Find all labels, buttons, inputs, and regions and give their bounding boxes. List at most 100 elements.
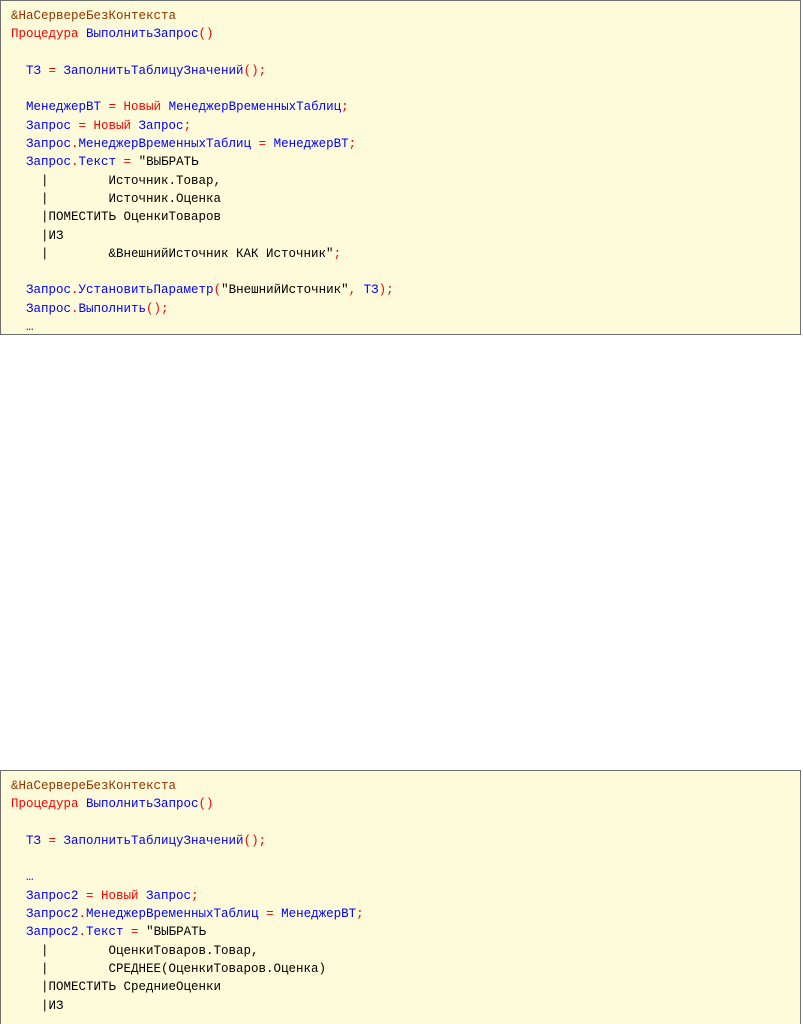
code-token: ВыполнитьЗапрос xyxy=(86,797,199,812)
code-token: МенеджерВТ xyxy=(281,907,357,922)
code-token: "ВЫБРАТЬ xyxy=(138,155,199,170)
code-line: ТЗ = ЗаполнитьТаблицуЗначений(); xyxy=(11,832,800,850)
code-token: МенеджерВТ xyxy=(11,100,109,115)
code-line: &НаСервереБезКонтекста xyxy=(11,777,800,795)
code-token: ); xyxy=(378,283,394,298)
code-token: = xyxy=(48,63,64,78)
code-token: |ПОМЕСТИТЬ ОценкиТоваров xyxy=(11,210,222,225)
code-token: ВыполнитьЗапрос xyxy=(86,27,199,42)
code-token: . xyxy=(71,137,79,152)
code-token: . xyxy=(78,925,87,940)
code-token: . xyxy=(71,155,79,170)
code-token: (); xyxy=(243,833,267,848)
code-token: Запрос2 xyxy=(11,907,79,922)
code-line: Запрос.МенеджерВременныхТаблиц = Менедже… xyxy=(11,135,800,153)
code-token: . xyxy=(71,301,79,316)
code-line: Запрос.Выполнить(); xyxy=(11,300,800,318)
code-token: | ОценкиТоваров.Товар, xyxy=(11,943,259,958)
code-line: | Источник.Оценка xyxy=(11,190,800,208)
code-token: МенеджерВременныхТаблиц xyxy=(86,907,267,922)
code-token: Процедура xyxy=(11,27,87,42)
code-token: Новый xyxy=(101,888,147,903)
code-token: |ПОМЕСТИТЬ СредниеОценки xyxy=(11,980,222,995)
code-line: … xyxy=(11,318,800,335)
code-token: | Источник.Товар, xyxy=(11,173,222,188)
code-line: |ИЗ xyxy=(11,997,800,1015)
code-token: Запрос2 xyxy=(11,925,79,940)
code-token: МенеджерВременныхТаблиц xyxy=(78,137,259,152)
code-token: (); xyxy=(243,63,267,78)
code-block-2: &НаСервереБезКонтекста Процедура Выполнит… xyxy=(0,770,801,1024)
code-line: | &ВнешнийИсточник КАК Источник"; xyxy=(11,245,800,263)
code-token: | Источник.Оценка xyxy=(11,191,222,206)
code-token: Процедура xyxy=(11,797,87,812)
code-token: ТЗ xyxy=(363,283,379,298)
code-token: Текст xyxy=(86,925,132,940)
code-token: . xyxy=(78,907,87,922)
code-token: ; xyxy=(348,137,357,152)
code-token: = xyxy=(78,118,94,133)
code-line: ТЗ = ЗаполнитьТаблицуЗначений(); xyxy=(11,62,800,80)
code-token: |ИЗ xyxy=(11,228,64,243)
code-token: Запрос xyxy=(11,283,72,298)
code-line: Процедура ВыполнитьЗапрос() xyxy=(11,25,800,43)
code-token: , xyxy=(348,283,364,298)
code-token: "ВЫБРАТЬ xyxy=(146,925,207,940)
code-token: Запрос xyxy=(11,155,72,170)
code-token: Запрос2 xyxy=(11,888,87,903)
code-line: Запрос2.МенеджерВременныхТаблиц = Менедж… xyxy=(11,905,800,923)
code-line: Запрос.Текст = "ВЫБРАТЬ xyxy=(11,153,800,171)
code-token: "ВнешнийИсточник" xyxy=(221,283,349,298)
code-token: ; xyxy=(341,100,349,115)
code-token: Новый xyxy=(123,100,169,115)
code-token: Выполнить xyxy=(78,301,147,316)
code-token: ; xyxy=(333,246,342,261)
code-token: = xyxy=(86,888,102,903)
code-token: ТЗ xyxy=(11,63,49,78)
code-block-1: &НаСервереБезКонтекста Процедура Выполнит… xyxy=(0,0,801,335)
code-token: = xyxy=(258,137,274,152)
code-token: () xyxy=(198,797,214,812)
code-token: = xyxy=(131,925,147,940)
code-token: &НаСервереБезКонтекста xyxy=(11,779,177,793)
code-token: | СРЕДНЕЕ(ОценкиТоваров.Оценка) xyxy=(11,961,327,976)
code-token: Запрос xyxy=(138,118,184,133)
code-token: () xyxy=(198,27,214,42)
code-token: . xyxy=(71,283,79,298)
code-line: |ИЗ xyxy=(11,227,800,245)
code-line: |ПОМЕСТИТЬ ОценкиТоваров xyxy=(11,208,800,226)
code-line: … xyxy=(11,868,800,886)
code-token: Запрос xyxy=(146,888,192,903)
code-token: … xyxy=(11,870,34,885)
code-token: Новый xyxy=(93,118,139,133)
code-token: &НаСервереБезКонтекста xyxy=(11,9,177,23)
code-line: |ПОМЕСТИТЬ СредниеОценки xyxy=(11,978,800,996)
code-token: МенеджерВременныхТаблиц xyxy=(168,100,342,115)
code-token: ( xyxy=(213,283,222,298)
code-token: Запрос xyxy=(11,137,72,152)
code-line: Запрос2 = Новый Запрос; xyxy=(11,887,800,905)
code-token: (); xyxy=(146,301,169,316)
code-token: | &ВнешнийИсточник КАК Источник" xyxy=(11,246,334,261)
code-token: = xyxy=(123,155,139,170)
code-token: ; xyxy=(191,888,199,903)
code-token: ; xyxy=(356,907,364,922)
code-token: = xyxy=(48,833,64,848)
code-line: | Источник.Товар, xyxy=(11,172,800,190)
code-token: МенеджерВТ xyxy=(273,137,349,152)
code-token: ТЗ xyxy=(11,833,49,848)
code-token: УстановитьПараметр xyxy=(78,283,214,298)
code-token: = xyxy=(266,907,282,922)
code-line: Запрос2.Текст = "ВЫБРАТЬ xyxy=(11,923,800,941)
code-line: &НаСервереБезКонтекста xyxy=(11,7,800,25)
code-line: МенеджерВТ = Новый МенеджерВременныхТабл… xyxy=(11,98,800,116)
code-token: ЗаполнитьТаблицуЗначений xyxy=(63,63,244,78)
code-line: Запрос = Новый Запрос; xyxy=(11,117,800,135)
code-token: = xyxy=(108,100,124,115)
code-token: … xyxy=(11,320,34,335)
code-line: Процедура ВыполнитьЗапрос() xyxy=(11,795,800,813)
